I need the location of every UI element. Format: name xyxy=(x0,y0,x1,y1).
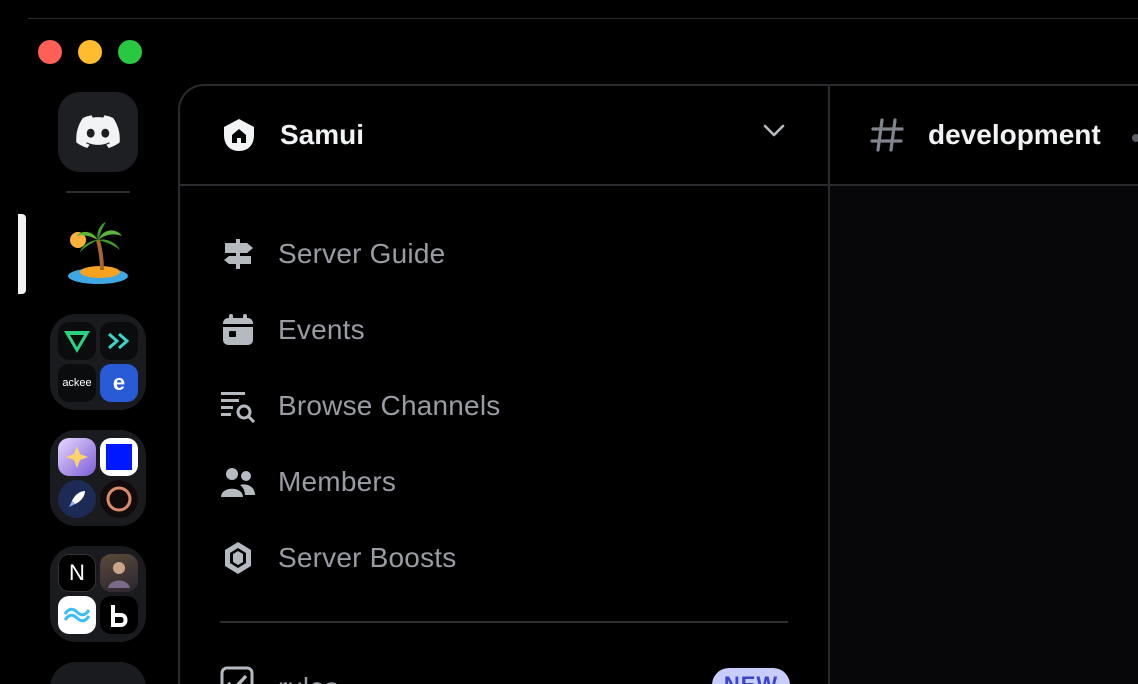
channel-row-rules[interactable]: rules NEW xyxy=(220,662,790,684)
menu-item-label: Members xyxy=(278,466,397,497)
discord-logo-icon xyxy=(76,115,120,148)
menu-item-events[interactable]: Events xyxy=(220,292,790,368)
menu-item-members[interactable]: Members xyxy=(220,444,790,520)
double-chevron-icon xyxy=(108,332,130,350)
signpost-icon xyxy=(220,236,256,272)
new-badge: NEW xyxy=(712,668,790,684)
calendar-icon xyxy=(220,312,256,348)
channel-name: development xyxy=(928,119,1101,150)
server-mini-rocket[interactable] xyxy=(58,480,96,518)
server-mini-next[interactable]: N xyxy=(58,554,96,592)
server-mini-ackee[interactable]: ackee xyxy=(58,364,96,402)
menu-item-browse-channels[interactable]: Browse Channels xyxy=(220,368,790,444)
menu-item-label: Server Guide xyxy=(278,238,446,269)
members-icon xyxy=(220,464,256,500)
blue-square-logo xyxy=(106,444,132,470)
direct-messages-button[interactable] xyxy=(58,92,138,172)
server-mini-tailwind[interactable] xyxy=(58,596,96,634)
server-mini-ring[interactable] xyxy=(100,480,138,518)
channel-row-label: rules xyxy=(278,672,339,684)
menu-item-server-boosts[interactable]: Server Boosts xyxy=(220,520,790,596)
arrow-logo-icon xyxy=(64,331,90,353)
server-menu: Server Guide Events Browse Channels Memb… xyxy=(220,216,790,596)
server-mini-b[interactable] xyxy=(100,596,138,634)
server-folder-1[interactable]: ackee e xyxy=(50,314,146,410)
home-icon xyxy=(224,119,254,151)
server-mini-blue-square[interactable] xyxy=(100,438,138,476)
maximize-window-button[interactable] xyxy=(118,40,142,64)
menu-item-server-guide[interactable]: Server Guide xyxy=(220,216,790,292)
window-controls xyxy=(38,40,142,64)
boost-gem-icon xyxy=(220,540,256,576)
menu-item-label: Browse Channels xyxy=(278,390,501,421)
channel-sidebar: Samui Server Guide Events Browse Channel… xyxy=(178,84,828,684)
avatar-icon xyxy=(108,562,130,588)
server-folder-4[interactable] xyxy=(50,662,146,684)
server-mini-e[interactable]: e xyxy=(100,364,138,402)
b-logo-icon xyxy=(111,605,128,627)
minimize-window-button[interactable] xyxy=(78,40,102,64)
checkbox-icon xyxy=(220,666,254,684)
menu-divider xyxy=(220,621,788,623)
menu-item-label: Server Boosts xyxy=(278,542,457,573)
main-content: development xyxy=(828,84,1138,684)
wave-logo-icon xyxy=(63,607,91,623)
server-mini-1[interactable] xyxy=(58,322,96,360)
rail-separator xyxy=(66,191,130,193)
close-window-button[interactable] xyxy=(38,40,62,64)
chevron-down-icon[interactable] xyxy=(762,122,786,138)
discord-window: ackee e N Samui Server Guide Events Brow… xyxy=(0,0,1138,684)
menu-item-label: Events xyxy=(278,314,365,345)
server-samui-button[interactable] xyxy=(58,214,138,294)
ring-icon xyxy=(106,486,132,512)
selected-server-indicator xyxy=(18,214,26,294)
sparkle-icon xyxy=(66,446,88,468)
server-name: Samui xyxy=(280,119,365,150)
channel-header: development xyxy=(830,86,1138,186)
island-icon xyxy=(68,222,128,284)
server-folder-3[interactable]: N xyxy=(50,546,146,642)
header-separator-dot xyxy=(1132,134,1138,142)
hashtag-icon xyxy=(870,118,904,152)
rocket-icon xyxy=(69,491,85,507)
server-rail: ackee e N xyxy=(0,86,180,684)
server-mini-avatar[interactable] xyxy=(100,554,138,592)
server-mini-star[interactable] xyxy=(58,438,96,476)
server-folder-2[interactable] xyxy=(50,430,146,526)
server-mini-2[interactable] xyxy=(100,322,138,360)
window-top-border xyxy=(28,18,1138,19)
server-header[interactable]: Samui xyxy=(180,86,828,186)
browse-channels-icon xyxy=(220,388,256,424)
